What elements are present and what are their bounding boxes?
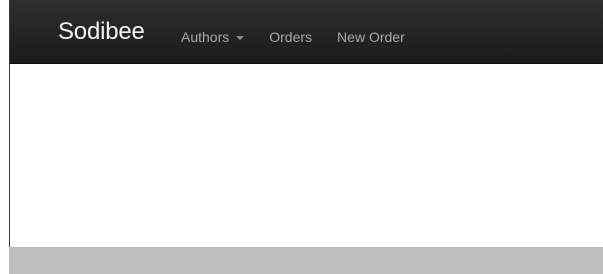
main-nav: Authors Orders New Order [181, 30, 405, 44]
nav-orders-label: Orders [269, 29, 313, 45]
nav-orders-link[interactable]: Orders [269, 30, 312, 44]
app-window: Sodibee Authors Orders New Order [0, 0, 603, 274]
top-navbar: Sodibee Authors Orders New Order [10, 0, 603, 63]
nav-new-order-link[interactable]: New Order [337, 30, 405, 44]
main-content-area [10, 64, 603, 247]
brand-logo[interactable]: Sodibee [58, 20, 145, 44]
nav-authors-label: Authors [181, 29, 230, 45]
chevron-down-icon [236, 36, 245, 40]
nav-new-order-label: New Order [337, 29, 405, 45]
bottom-gray-region [9, 247, 603, 274]
nav-authors-dropdown[interactable]: Authors [181, 29, 245, 45]
